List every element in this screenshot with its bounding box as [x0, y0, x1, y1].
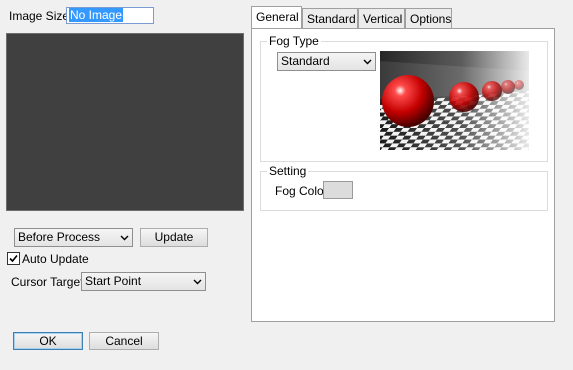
image-size-value: No Image: [69, 8, 124, 22]
tab-standard[interactable]: Standard: [302, 8, 358, 29]
tab-options[interactable]: Options: [405, 8, 452, 29]
fog-color-swatch[interactable]: [323, 181, 353, 199]
image-preview[interactable]: [6, 33, 244, 211]
fog-type-value: Standard: [281, 54, 330, 68]
fog-color-label: Fog Color: [275, 184, 328, 198]
fog-type-select[interactable]: Standard: [277, 52, 376, 71]
chevron-down-icon: [193, 279, 202, 285]
auto-update-label[interactable]: Auto Update: [22, 252, 89, 266]
fog-preview-image: [380, 51, 529, 150]
update-button[interactable]: Update: [140, 228, 208, 247]
fog-type-title: Fog Type: [267, 34, 321, 48]
chevron-down-icon: [363, 59, 372, 65]
ok-button[interactable]: OK: [13, 332, 83, 350]
cursor-target-select[interactable]: Start Point: [81, 272, 206, 291]
image-size-label: Image Size: [9, 9, 70, 23]
fog-type-group: Fog Type Standard: [260, 34, 548, 162]
image-size-field[interactable]: No Image: [66, 7, 154, 24]
cancel-button[interactable]: Cancel: [89, 332, 159, 350]
tab-vertical[interactable]: Vertical: [358, 8, 405, 29]
setting-group: Setting Fog Color: [260, 164, 548, 211]
auto-update-checkbox[interactable]: [7, 252, 20, 265]
tab-general[interactable]: General: [251, 6, 302, 28]
tab-bar: General Standard Vertical Options: [251, 6, 555, 30]
process-select[interactable]: Before Process: [14, 228, 133, 247]
cursor-target-label: Cursor Target: [11, 275, 84, 289]
setting-title: Setting: [267, 164, 309, 178]
checkmark-icon: [9, 254, 18, 263]
chevron-down-icon: [120, 235, 129, 241]
tab-panel-general: Fog Type Standard Setting Fog Color: [251, 28, 555, 322]
cursor-target-value: Start Point: [85, 274, 142, 288]
process-select-value: Before Process: [18, 230, 101, 244]
